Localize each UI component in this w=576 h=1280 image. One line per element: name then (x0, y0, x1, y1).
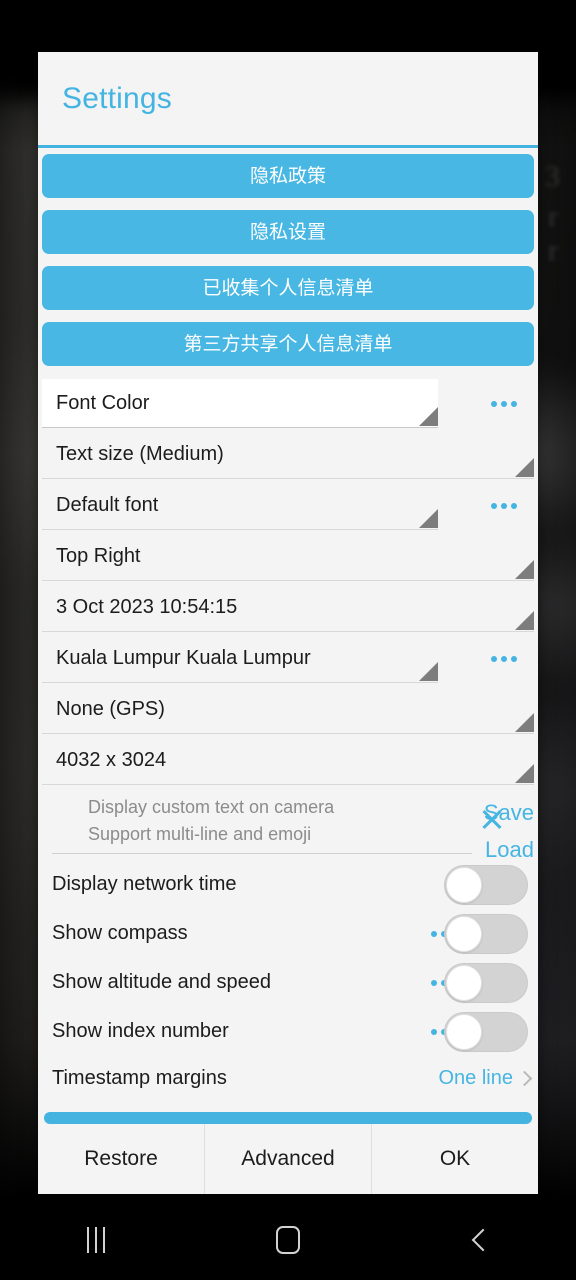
spinner-resolution[interactable]: 4032 x 3024 (42, 736, 534, 785)
spinner-row-position[interactable]: Top Right (38, 531, 538, 582)
restore-button[interactable]: Restore (38, 1124, 205, 1194)
switch-row-show-altitude-and-speed[interactable]: Show altitude and speed (38, 958, 538, 1007)
spinner-row-text-size[interactable]: Text size (Medium) (38, 429, 538, 480)
spinner-caret-icon (515, 611, 534, 630)
toggle-show-compass[interactable] (444, 913, 528, 954)
toggle-show-altitude-and-speed[interactable] (444, 962, 528, 1003)
switch-row-display-network-time[interactable]: Display network time (38, 860, 538, 909)
advanced-button[interactable]: Advanced (205, 1124, 372, 1194)
android-navigation-bar (0, 1200, 576, 1280)
row-value: One line (438, 1066, 514, 1089)
row-value-group: One line (438, 1066, 533, 1090)
spinner-value: 3 Oct 2023 10:54:15 (56, 595, 238, 618)
dialog-title-bar: Settings (38, 52, 538, 148)
spinner-value: Top Right (56, 544, 141, 567)
toggle-knob (446, 1013, 482, 1050)
spinner-row-datetime[interactable]: 3 Oct 2023 10:54:15 (38, 582, 538, 633)
row-timestamp-margins[interactable]: Timestamp margins One line (38, 1056, 538, 1100)
custom-text-hint-line-2: Support multi-line and emoji (88, 824, 312, 844)
switch-label: Show index number (52, 1020, 229, 1042)
spinner-row-font-color[interactable]: Font Color (38, 378, 538, 429)
switch-label: Display network time (52, 873, 237, 895)
chevron-right-icon (516, 1070, 533, 1086)
switch-row-show-index-number[interactable]: Show index number (38, 1007, 538, 1056)
dialog-button-bar: Restore Advanced OK (38, 1124, 538, 1194)
toggle-knob (446, 866, 482, 903)
spinner-text-size[interactable]: Text size (Medium) (42, 430, 534, 479)
spinner-caret-icon (419, 407, 438, 426)
overflow-menu-font-family[interactable] (483, 495, 525, 517)
spinner-font-family[interactable]: Default font (42, 481, 438, 530)
back-icon (471, 1228, 494, 1252)
toggle-display-network-time[interactable] (444, 864, 528, 905)
spinner-caret-icon (515, 458, 534, 477)
spinner-position[interactable]: Top Right (42, 532, 534, 581)
spinner-value: Text size (Medium) (56, 442, 224, 465)
collected-info-list-button[interactable]: 已收集个人信息清单 (42, 266, 534, 310)
nav-back-button[interactable] (384, 1200, 576, 1280)
spinner-row-font-family[interactable]: Default font (38, 480, 538, 531)
save-button[interactable]: Save (468, 794, 534, 831)
settings-dialog: Settings 隐私政策 隐私设置 已收集个人信息清单 第三方共享个人信息清单… (38, 52, 538, 1194)
spinner-caret-icon (419, 662, 438, 681)
custom-text-row: Display custom text on camera Support mu… (38, 786, 538, 862)
switch-row-show-compass[interactable]: Show compass (38, 909, 538, 958)
overflow-menu-font-color[interactable] (483, 393, 525, 415)
spinner-row-location[interactable]: Kuala Lumpur Kuala Lumpur (38, 633, 538, 684)
spinner-datetime[interactable]: 3 Oct 2023 10:54:15 (42, 583, 534, 632)
switch-label: Show altitude and speed (52, 971, 272, 993)
spinner-location[interactable]: Kuala Lumpur Kuala Lumpur (42, 634, 438, 683)
overflow-menu-location[interactable] (483, 648, 525, 670)
save-load-group: Save Load (468, 794, 534, 868)
nav-recents-button[interactable] (0, 1200, 192, 1280)
spinner-row-resolution[interactable]: 4032 x 3024 (38, 735, 538, 786)
third-party-info-list-button[interactable]: 第三方共享个人信息清单 (42, 322, 534, 366)
spinner-caret-icon (515, 713, 534, 732)
spinner-font-color[interactable]: Font Color (42, 379, 438, 428)
spinner-value: Default font (56, 493, 159, 516)
privacy-settings-button[interactable]: 隐私设置 (42, 210, 534, 254)
spinner-caret-icon (515, 560, 534, 579)
toggle-knob (446, 964, 482, 1001)
privacy-button-group: 隐私政策 隐私设置 已收集个人信息清单 第三方共享个人信息清单 (38, 148, 538, 366)
custom-text-input[interactable]: Display custom text on camera Support mu… (52, 792, 472, 854)
switch-label: Show compass (52, 922, 188, 944)
row-label: Timestamp margins (52, 1066, 227, 1089)
toggle-show-index-number[interactable] (444, 1011, 528, 1052)
toggle-knob (446, 915, 482, 952)
spinner-row-location-source[interactable]: None (GPS) (38, 684, 538, 735)
spinner-location-source[interactable]: None (GPS) (42, 685, 534, 734)
recents-icon (87, 1227, 105, 1253)
spinner-value: 4032 x 3024 (56, 748, 167, 771)
nav-home-button[interactable] (192, 1200, 384, 1280)
spinner-value: None (GPS) (56, 697, 165, 720)
privacy-policy-button[interactable]: 隐私政策 (42, 154, 534, 198)
scroll-indicator[interactable] (44, 1112, 532, 1124)
spinner-caret-icon (515, 764, 534, 783)
spinner-caret-icon (419, 509, 438, 528)
spinner-value: Kuala Lumpur Kuala Lumpur (56, 646, 311, 669)
ok-button[interactable]: OK (372, 1124, 538, 1194)
page-title: Settings (62, 81, 172, 115)
settings-scroll-area[interactable]: 隐私政策 隐私设置 已收集个人信息清单 第三方共享个人信息清单 Font Col… (38, 148, 538, 1112)
custom-text-hint-line-1: Display custom text on camera (88, 797, 335, 817)
home-icon (276, 1226, 300, 1254)
spinner-value: Font Color (56, 391, 150, 414)
